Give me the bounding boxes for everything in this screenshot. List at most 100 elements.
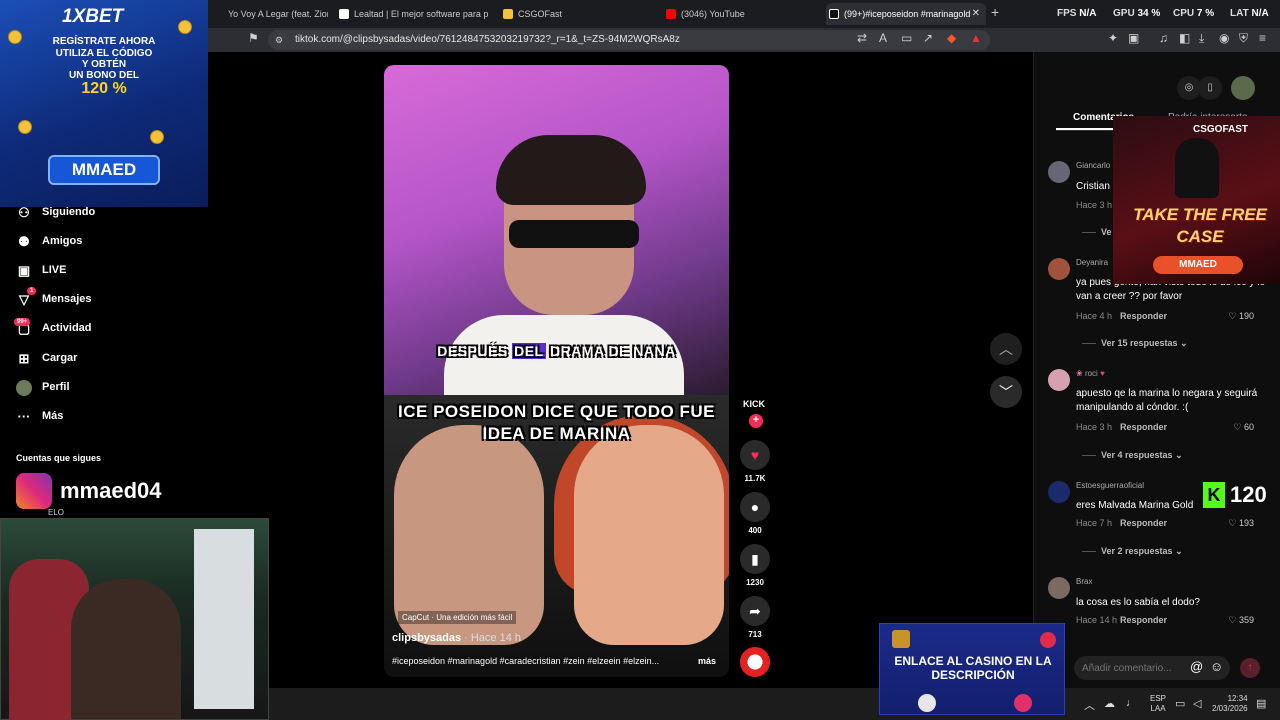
comment-user[interactable]: Brax [1076, 577, 1092, 586]
comment-likes[interactable]: ♡ 190 [1228, 311, 1254, 322]
comment-likes[interactable]: ♡ 193 [1228, 518, 1254, 529]
comment-input[interactable] [1082, 661, 1188, 675]
following-section-title: Cuentas que sigues [16, 453, 102, 463]
like-button[interactable]: ♥ 11.7K [740, 440, 770, 483]
cpu-readout: CPU 7 % [1173, 8, 1215, 19]
site-info-icon[interactable]: ⚙ [275, 35, 283, 46]
tab-music[interactable]: Yo Voy A Legar (feat. Zion) - Y [210, 3, 328, 25]
device-icon[interactable]: ▯ [1198, 76, 1222, 100]
ad-1xbet-line2: UTILIZA EL CÓDIGO [55, 48, 153, 59]
ad-csgofast-code: MMAED [1153, 256, 1243, 274]
ad-1xbet-line1: REGÍSTRATE AHORA [52, 36, 156, 47]
user-avatar[interactable] [1231, 76, 1255, 100]
comment-likes[interactable]: ♡ 60 [1233, 422, 1254, 433]
comment-likes[interactable]: ♡ 359 [1228, 615, 1254, 626]
avatar[interactable] [1048, 481, 1070, 503]
video-more-link[interactable]: más [698, 656, 716, 666]
tab-csgofast[interactable]: CSGOFast [500, 3, 650, 25]
like-count: 11.7K [744, 474, 766, 483]
microphone-icon[interactable]: ♩ [1126, 697, 1137, 709]
comment-input-bar: @ ☺ [1074, 656, 1230, 680]
tab-label: (3046) YouTube [681, 9, 745, 19]
extensions-icon[interactable]: ✦ [1108, 31, 1118, 45]
comment-user[interactable]: Giancarlo [1076, 161, 1110, 170]
tab-youtube[interactable]: (3046) YouTube [663, 3, 813, 25]
video-author[interactable]: clipsbysadas · Hace 14 h [392, 632, 521, 644]
heart-outline-icon: ♡ [1233, 422, 1242, 432]
avatar[interactable] [1048, 258, 1070, 280]
streamer [71, 579, 181, 719]
cast-icon[interactable]: ▭ [901, 31, 912, 45]
mention-icon[interactable]: @ [1190, 659, 1203, 674]
activity-badge: 99+ [14, 318, 31, 326]
share-icon[interactable]: ↗ [923, 31, 933, 45]
reply-button[interactable]: Responder [1120, 422, 1167, 432]
music-disc-icon[interactable] [740, 647, 770, 677]
view-replies[interactable]: Ver 2 respuestas ⌄ [1082, 546, 1183, 557]
next-video-button[interactable]: ﹀ [990, 376, 1022, 408]
new-tab-button[interactable]: + [991, 4, 999, 20]
save-button[interactable]: ▮ 1230 [740, 544, 770, 587]
tab-lealtad[interactable]: Lealtad | El mejor software para pote [336, 3, 488, 25]
view-replies[interactable]: Ve [1082, 227, 1112, 237]
rewards-icon[interactable]: ▲ [970, 31, 982, 45]
comment-button[interactable]: ● 400 [740, 492, 770, 535]
tab-tiktok[interactable]: (99+)#iceposeidon #marinagold ✕ [826, 3, 986, 25]
taskbar-clock[interactable]: 12:34 2/03/2026 [1212, 694, 1248, 714]
chest-icon [892, 630, 910, 648]
comment-icon: ● [740, 492, 770, 522]
share-count: 713 [748, 630, 762, 639]
send-comment-button[interactable]: ↑ [1240, 658, 1260, 678]
reply-button[interactable]: Responder [1120, 518, 1167, 528]
coin-icon [178, 20, 192, 34]
profile-icon[interactable]: ◉ [1219, 31, 1229, 45]
follow-plus-button[interactable]: + [749, 414, 763, 428]
previous-video-button[interactable]: ︿ [990, 333, 1022, 365]
view-replies[interactable]: Ver 15 respuestas ⌄ [1082, 338, 1188, 349]
cloud-icon[interactable]: ☁ [1104, 697, 1115, 710]
kick-logo-icon: K [1203, 482, 1225, 508]
avatar[interactable] [1048, 161, 1070, 183]
tray-expand-icon[interactable]: ︿ [1084, 697, 1095, 713]
emoji-icon[interactable]: ☺ [1210, 659, 1223, 674]
bookmark-icon[interactable]: ⚑ [248, 31, 259, 45]
menu-icon[interactable]: ≡ [1259, 31, 1266, 45]
ad-csgofast-logo: CSGOFAST [1193, 124, 1249, 135]
screen: Yo Voy A Legar (feat. Zion) - Y Lealtad … [0, 0, 1280, 720]
close-tab-icon[interactable]: ✕ [972, 3, 980, 25]
kick-badge: K 120 [1203, 482, 1273, 508]
reply-button[interactable]: Responder [1120, 311, 1167, 321]
video-player[interactable]: DESPUÉS DEL DRAMA DE NANA ICE POSEIDON D… [384, 65, 729, 677]
language-icon[interactable]: A [879, 31, 887, 45]
comment-user[interactable]: ❀ roci ♥ [1076, 369, 1105, 378]
video-hashtags[interactable]: #iceposeidon #marinagold #caradecristian… [392, 656, 692, 666]
reply-button[interactable]: Responder [1120, 615, 1167, 625]
following-account-name[interactable]: mmaed04 [60, 478, 162, 504]
comment-text: la cosa es lo sabía el dodo? [1076, 597, 1200, 608]
network-icon[interactable]: ▭ [1175, 697, 1185, 710]
wallet-icon[interactable]: ▣ [1128, 31, 1139, 45]
view-replies[interactable]: Ver 4 respuestas ⌄ [1082, 450, 1183, 461]
tab-label: CSGOFast [518, 9, 563, 19]
share-button[interactable]: ➦ 713 [740, 596, 770, 639]
comment-user[interactable]: Deyanira [1076, 258, 1108, 267]
translate-icon[interactable]: ⇄ [857, 31, 867, 45]
avatar[interactable] [1048, 369, 1070, 391]
brave-shield-icon[interactable]: ◆ [947, 31, 956, 45]
language-indicator[interactable]: ESP LAA [1150, 694, 1166, 714]
vpn-icon[interactable]: ⛨ [1239, 31, 1248, 46]
downloads-icon[interactable]: ⤓ [1199, 31, 1204, 46]
url-text[interactable]: tiktok.com/@clipsbysadas/video/761248475… [295, 34, 680, 45]
tab-label: Lealtad | El mejor software para pote [354, 9, 488, 19]
media-icon[interactable]: ♫ [1159, 31, 1168, 45]
kick-badge-value: 120 [1230, 482, 1267, 507]
capcut-watermark[interactable]: CapCut · Una edición más fácil [398, 611, 517, 624]
comment-user[interactable]: Estoesguerraoficial [1076, 481, 1144, 490]
sidebar-toggle-icon[interactable]: ◧ [1179, 31, 1190, 45]
comment-time: Hace 7 h [1076, 518, 1113, 528]
flower-icon: ❀ [1076, 369, 1083, 378]
avatar[interactable] [1048, 577, 1070, 599]
creator-name[interactable]: KICK [743, 399, 765, 409]
notifications-icon[interactable]: ▤ [1256, 697, 1266, 710]
volume-icon[interactable]: ◁ [1193, 697, 1201, 710]
